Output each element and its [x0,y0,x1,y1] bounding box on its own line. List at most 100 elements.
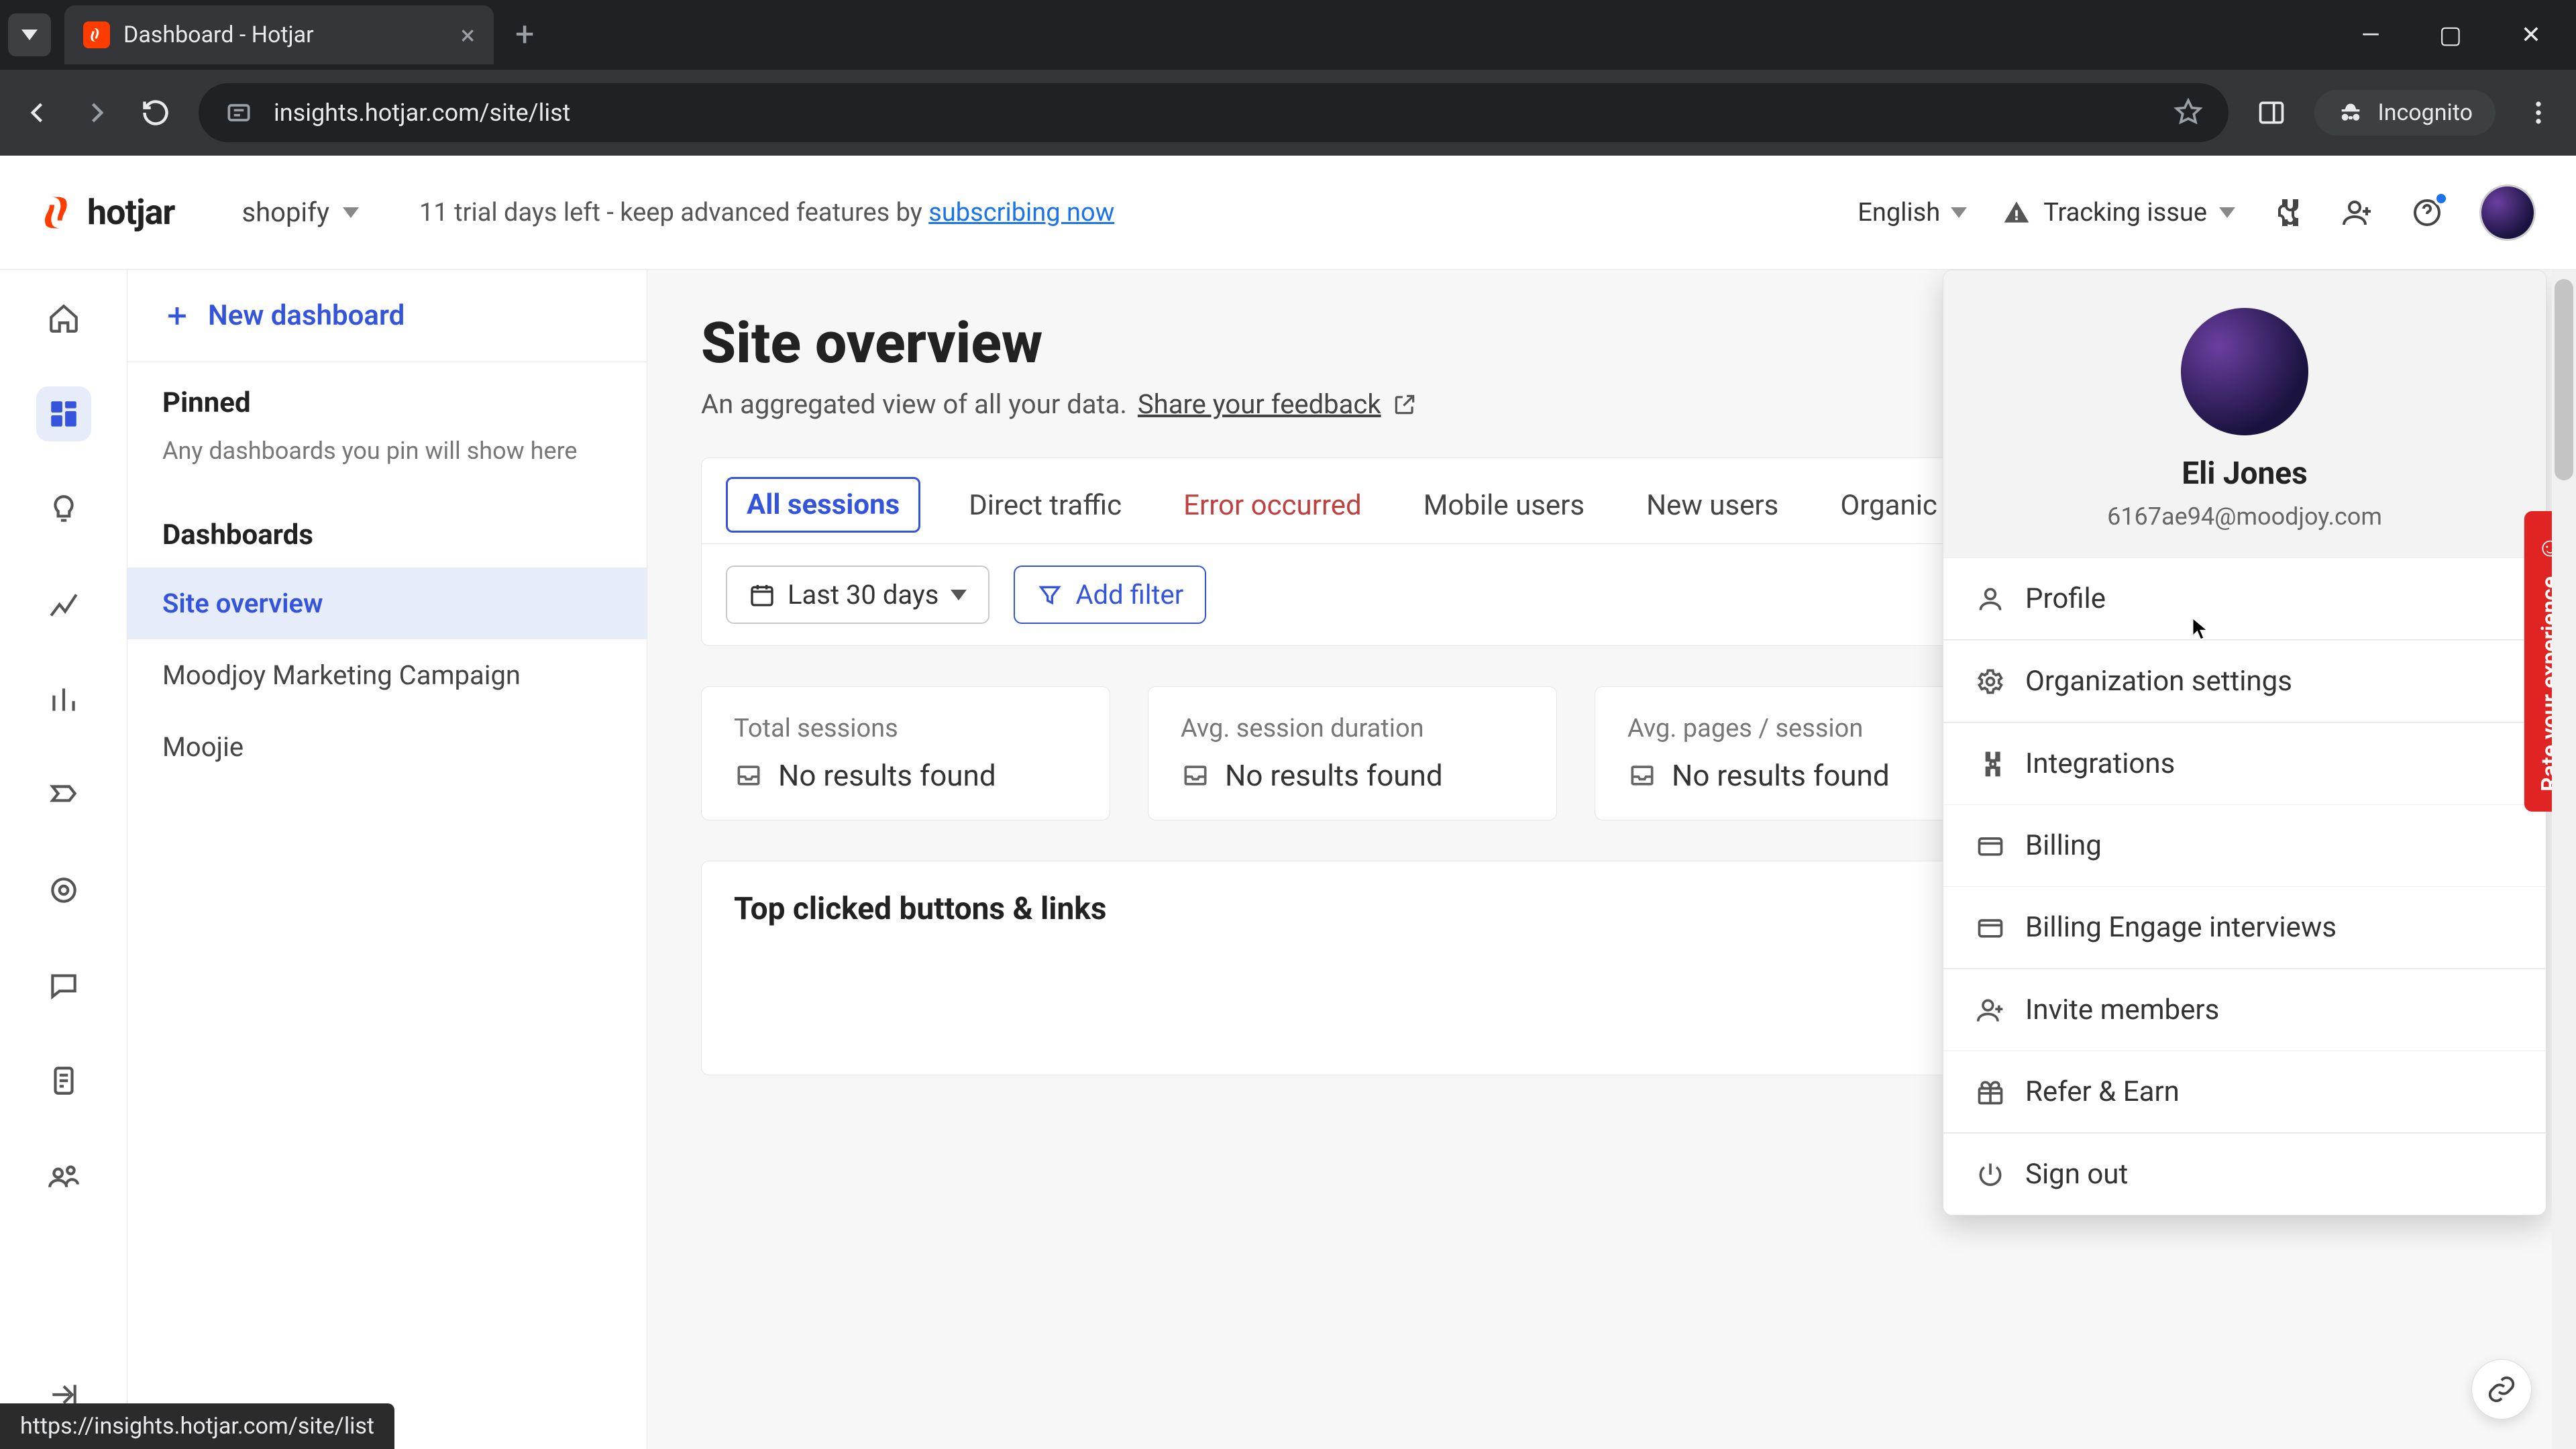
share-feedback-link[interactable]: Share your feedback [1138,388,1381,420]
incognito-label: Incognito [2377,99,2473,126]
gear-icon [1976,667,2005,696]
copy-link-button[interactable] [2471,1359,2532,1419]
card-icon [1976,913,2005,943]
nav-recordings[interactable] [36,767,91,822]
tab-new-users[interactable]: New users [1633,477,1792,543]
nav-trends[interactable] [36,577,91,632]
vertical-scrollbar[interactable] [2552,270,2576,1449]
reload-button[interactable] [140,97,172,129]
dashboards-heading: Dashboards [162,519,612,551]
bookmark-icon[interactable] [2172,97,2204,129]
language-switcher[interactable]: English [1858,198,1967,227]
notification-dot [2434,191,2449,206]
chevron-down-icon [343,207,359,218]
tab-error-occurred[interactable]: Error occurred [1170,477,1375,543]
tab-all-sessions[interactable]: All sessions [726,477,920,533]
incognito-indicator[interactable]: Incognito [2314,90,2496,136]
account-menu: Eli Jones 6167ae94@moodjoy.com Profile O… [1943,270,2546,1216]
close-icon[interactable]: × [461,19,475,51]
back-button[interactable] [21,97,54,129]
help-icon[interactable] [2410,195,2445,230]
new-tab-button[interactable]: + [515,15,534,54]
nav-surveys[interactable] [36,1053,91,1108]
browser-menu-button[interactable] [2522,97,2555,129]
menu-label: Billing [2025,829,2102,862]
menu-user-email: 6167ae94@moodjoy.com [2107,502,2382,531]
nav-highlights[interactable] [36,482,91,537]
hotjar-favicon [83,21,110,48]
site-info-icon[interactable] [223,97,255,129]
menu-label: Organization settings [2025,665,2292,698]
trial-text: 11 trial days left - keep advanced featu… [419,198,928,227]
sidebar-item-marketing[interactable]: Moodjoy Marketing Campaign [127,639,647,711]
menu-label: Integrations [2025,747,2175,780]
menu-billing-engage[interactable]: Billing Engage interviews [1943,886,2546,968]
side-panel-icon[interactable] [2255,97,2288,129]
date-range-button[interactable]: Last 30 days [726,566,989,624]
calendar-icon [749,582,775,608]
menu-user-name: Eli Jones [2182,455,2308,492]
logo-text: hotjar [87,192,174,233]
sidebar-item-moojie[interactable]: Moojie [127,711,647,783]
power-icon [1976,1160,2005,1189]
menu-billing[interactable]: Billing [1943,804,2546,886]
integrations-icon[interactable] [2270,195,2305,230]
chevron-down-icon [2219,207,2235,218]
close-window-button[interactable]: ✕ [2521,21,2541,49]
plus-icon [162,301,192,331]
gift-icon [1976,1077,2005,1107]
invite-icon[interactable] [2340,195,2375,230]
nav-dashboards[interactable] [36,386,91,441]
site-switcher[interactable]: shopify [241,197,359,228]
inbox-icon [1627,761,1657,790]
hotjar-logo[interactable]: hotjar [40,192,174,233]
pinned-heading: Pinned [162,386,612,419]
menu-signout[interactable]: Sign out [1943,1133,2546,1215]
menu-avatar [2181,308,2308,435]
chevron-down-icon [951,590,967,600]
card-icon [1976,831,2005,861]
browser-nav-bar: insights.hotjar.com/site/list Incognito [0,70,2576,156]
tab-mobile-users[interactable]: Mobile users [1410,477,1598,543]
tab-direct-traffic[interactable]: Direct traffic [955,477,1135,543]
tab-title: Dashboard - Hotjar [123,21,447,48]
user-icon [1976,584,2005,614]
url-text: insights.hotjar.com/site/list [274,99,570,127]
tab-search-button[interactable] [8,13,51,56]
maximize-button[interactable]: ▢ [2439,21,2462,49]
nav-home[interactable] [36,291,91,346]
nav-heatmaps[interactable] [36,863,91,918]
metric-label: Avg. pages / session [1627,714,1971,743]
tab-strip: Dashboard - Hotjar × + — ▢ ✕ [0,0,2576,70]
menu-invite[interactable]: Invite members [1943,969,2546,1051]
incognito-icon [2337,99,2364,126]
metric-label: Total sessions [734,714,1077,743]
menu-org-settings[interactable]: Organization settings [1943,640,2546,722]
chevron-down-icon [1951,207,1967,218]
tracking-issue-button[interactable]: Tracking issue [2002,198,2235,227]
nav-funnels[interactable] [36,672,91,727]
nav-engage[interactable] [36,1148,91,1203]
menu-integrations[interactable]: Integrations [1943,722,2546,804]
metric-label: Avg. session duration [1181,714,1524,743]
address-bar[interactable]: insights.hotjar.com/site/list [199,83,2229,142]
language-label: English [1858,198,1940,227]
metric-value: No results found [734,758,1077,793]
menu-profile[interactable]: Profile [1943,557,2546,639]
user-avatar[interactable] [2479,184,2536,241]
browser-tab[interactable]: Dashboard - Hotjar × [64,5,494,64]
date-label: Last 30 days [788,579,938,610]
minimize-button[interactable]: — [2361,21,2380,49]
invite-icon [1976,996,2005,1025]
add-filter-button[interactable]: Add filter [1014,566,1206,624]
new-dashboard-button[interactable]: New dashboard [127,270,647,362]
link-icon [2486,1374,2517,1405]
metric-value-text: No results found [1672,758,1890,793]
menu-label: Sign out [2025,1158,2128,1191]
subscribe-link[interactable]: subscribing now [928,198,1114,227]
menu-refer[interactable]: Refer & Earn [1943,1051,2546,1132]
forward-button[interactable] [80,97,113,129]
sidebar-item-site-overview[interactable]: Site overview [127,568,647,639]
nav-feedback[interactable] [36,958,91,1013]
scrollbar-thumb[interactable] [2555,279,2573,480]
